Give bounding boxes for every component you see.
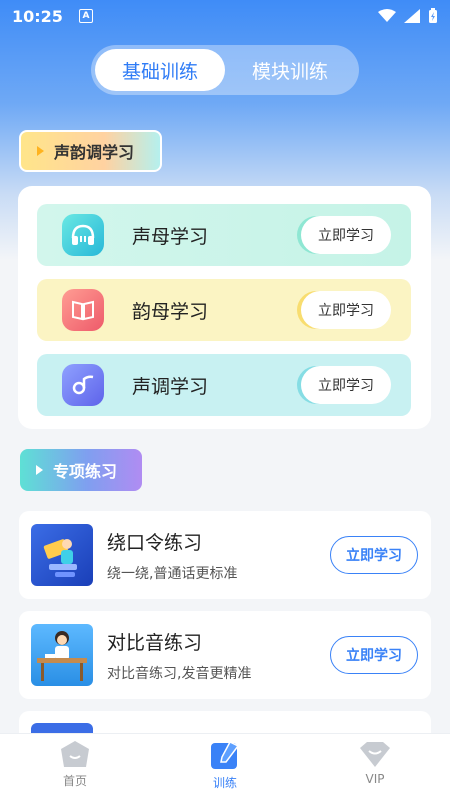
- study-row-initials[interactable]: 声母学习 立即学习: [37, 204, 411, 266]
- wifi-icon: [378, 9, 396, 22]
- section-tag-initials-finals-tones: 声韵调学习: [19, 130, 162, 172]
- study-row-label: 韵母学习: [132, 300, 209, 323]
- training-mode-switch: 基础训练 模块训练: [91, 45, 359, 95]
- tab-label: 训练: [212, 776, 237, 790]
- tab-module-training[interactable]: 模块训练: [225, 49, 355, 91]
- tab-vip[interactable]: VIP: [300, 734, 450, 801]
- tab-label: 首页: [62, 774, 87, 788]
- study-now-button[interactable]: 立即学习: [330, 536, 418, 574]
- practice-title: 绕口令练习: [107, 531, 203, 554]
- study-row-tones[interactable]: 声调学习 立即学习: [37, 354, 411, 416]
- play-triangle-icon: [37, 146, 44, 156]
- bottom-tab-bar: 首页 训练 VIP: [0, 733, 450, 801]
- practice-card-tongue-twister[interactable]: 绕口令练习 绕一绕,普通话更标准 立即学习: [19, 511, 431, 599]
- practice-title: 对比音练习: [107, 631, 203, 654]
- study-row-label: 声调学习: [132, 375, 209, 398]
- home-icon: [61, 741, 89, 767]
- practice-subtitle: 对比音练习,发音更精准: [107, 665, 252, 682]
- practice-subtitle: 绕一绕,普通话更标准: [107, 565, 238, 582]
- section-title: 专项练习: [53, 462, 118, 481]
- status-time: 10:25: [12, 6, 63, 26]
- contrast-sounds-illustration: [31, 624, 93, 686]
- section-tag-special-practice: 专项练习: [20, 449, 142, 491]
- book-icon: [62, 289, 104, 331]
- study-row-label: 声母学习: [132, 225, 209, 248]
- section-title: 声韵调学习: [54, 143, 135, 162]
- notification-a-icon: A: [78, 9, 93, 23]
- tab-label: VIP: [365, 772, 385, 786]
- study-now-button[interactable]: 立即学习: [301, 366, 391, 404]
- study-now-button[interactable]: 立即学习: [330, 636, 418, 674]
- battery-icon: [429, 8, 437, 23]
- practice-card-contrast-sounds[interactable]: 对比音练习 对比音练习,发音更精准 立即学习: [19, 611, 431, 699]
- study-card: 声母学习 立即学习 韵母学习 立即学习 声调学习 立即学习: [18, 186, 431, 429]
- pencil-icon: [211, 741, 240, 769]
- study-now-button[interactable]: 立即学习: [301, 216, 391, 254]
- tab-training[interactable]: 训练: [150, 734, 300, 801]
- music-note-icon: [62, 364, 104, 406]
- play-triangle-icon: [36, 465, 43, 475]
- study-row-finals[interactable]: 韵母学习 立即学习: [37, 279, 411, 341]
- vip-crown-icon: [360, 742, 390, 767]
- tab-home[interactable]: 首页: [0, 734, 150, 801]
- headphones-icon: [62, 214, 104, 256]
- status-bar: 10:25 A: [0, 0, 450, 32]
- signal-icon: [404, 9, 420, 23]
- tab-basic-training[interactable]: 基础训练: [95, 49, 225, 91]
- tongue-twister-illustration: [31, 524, 93, 586]
- study-now-button[interactable]: 立即学习: [301, 291, 391, 329]
